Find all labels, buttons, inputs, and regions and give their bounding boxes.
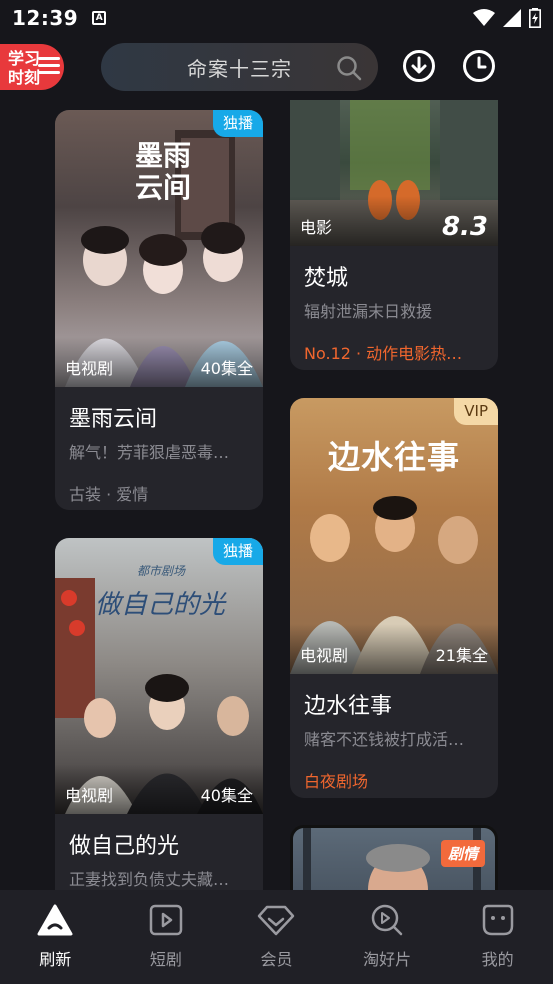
category-label: 电视剧 xyxy=(300,646,349,665)
poster-title-art: 做自己的光 xyxy=(95,590,226,620)
app-logo-menu[interactable]: 学习 时刻 xyxy=(0,44,64,90)
channel-label: 白夜剧场 xyxy=(304,772,369,791)
menu-icon xyxy=(38,57,60,78)
drama-badge: 剧情 xyxy=(440,840,485,867)
poster-subtitle-art: 都市剧场 xyxy=(137,564,186,578)
video-card-bianshuiwangshi[interactable]: 边水往事 VIP 电视剧 21集全 边水往事 赌客不还钱被打成活… 白夜剧场 xyxy=(290,398,498,798)
card-tags: 古装 · 爱情 xyxy=(69,485,149,504)
card-description: 解气！芳菲狠虐恶毒… xyxy=(69,443,230,462)
poster-image: 墨雨云间 独播 电视剧 40集全 xyxy=(55,110,263,387)
nav-profile[interactable]: 我的 xyxy=(453,904,543,984)
card-title: 墨雨云间 xyxy=(69,407,158,432)
nav-label-profile: 我的 xyxy=(481,950,514,969)
nav-member[interactable]: 会员 xyxy=(231,904,321,984)
top-bar: 学习 时刻 命案十三宗 xyxy=(0,36,553,100)
category-label: 电视剧 xyxy=(65,786,114,805)
video-card-partial[interactable]: 剧情 xyxy=(290,825,498,890)
episode-count: 40集全 xyxy=(200,359,253,378)
bottom-navigation: 刷新 短剧 会员 淘好片 我的 xyxy=(0,890,553,984)
nav-label-refresh: 刷新 xyxy=(39,950,72,969)
video-card-fencheng[interactable]: 电影 8.3 焚城 辐射泄漏末日救援 No.12 · 动作电影热… xyxy=(290,100,498,370)
notification-icon: A xyxy=(92,11,107,25)
search-icon xyxy=(337,56,362,81)
search-hint: 命案十三宗 xyxy=(187,56,292,81)
status-time: 12:39 xyxy=(12,6,79,30)
diamond-icon xyxy=(258,905,295,936)
nav-label-discover: 淘好片 xyxy=(363,950,412,969)
download-icon[interactable] xyxy=(402,49,436,83)
ranking-label: No.12 · 动作电影热… xyxy=(304,344,463,363)
exclusive-badge: 独播 xyxy=(212,538,263,565)
history-clock-icon[interactable] xyxy=(462,49,496,83)
nav-short-drama[interactable]: 短剧 xyxy=(121,904,211,984)
poster-title-art: 边水往事 xyxy=(327,438,460,476)
episode-count: 21集全 xyxy=(435,646,488,665)
profile-face-icon xyxy=(482,904,513,936)
rating-score: 8.3 xyxy=(441,212,488,242)
poster-image: 边水往事 VIP 电视剧 21集全 xyxy=(290,398,498,674)
wifi-icon xyxy=(473,9,495,26)
category-label: 电影 xyxy=(300,218,333,237)
nav-discover[interactable]: 淘好片 xyxy=(342,904,432,984)
cellular-signal-icon xyxy=(503,9,521,27)
vip-badge: VIP xyxy=(454,398,498,425)
card-description: 正妻找到负债丈夫藏… xyxy=(69,870,230,889)
poster-image: 都市剧场 做自己的光 独播 电视剧 40集全 xyxy=(55,538,263,814)
card-title: 焚城 xyxy=(304,266,349,291)
video-card-zuozijideguang[interactable]: 都市剧场 做自己的光 独播 电视剧 40集全 做自己的光 正妻找到负债丈夫藏… xyxy=(55,538,263,890)
play-square-icon xyxy=(149,904,183,936)
card-title: 边水往事 xyxy=(304,694,393,719)
poster-title-art: 墨雨云间 xyxy=(134,139,191,204)
nav-label-short-drama: 短剧 xyxy=(149,950,182,969)
status-bar: 12:39 A xyxy=(0,0,553,36)
video-feed[interactable]: 墨雨云间 独播 电视剧 40集全 墨雨云间 解气！芳菲狠虐恶毒… 古装 · 爱情… xyxy=(0,100,553,890)
card-description: 辐射泄漏末日救援 xyxy=(304,302,433,321)
nav-refresh[interactable]: 刷新 xyxy=(10,904,100,984)
poster-image: 电影 8.3 xyxy=(290,100,498,246)
poster-image: 剧情 xyxy=(293,828,495,890)
battery-icon xyxy=(529,8,541,28)
card-description: 赌客不还钱被打成活… xyxy=(304,730,465,749)
category-label: 电视剧 xyxy=(65,359,114,378)
search-bar[interactable]: 命案十三宗 xyxy=(101,43,378,91)
search-play-icon xyxy=(371,904,403,936)
exclusive-badge: 独播 xyxy=(212,110,263,137)
card-title: 做自己的光 xyxy=(69,834,180,859)
refresh-triangle-icon xyxy=(37,904,73,936)
nav-label-member: 会员 xyxy=(260,950,293,969)
video-card-moyuyunjian[interactable]: 墨雨云间 独播 电视剧 40集全 墨雨云间 解气！芳菲狠虐恶毒… 古装 · 爱情 xyxy=(55,110,263,510)
episode-count: 40集全 xyxy=(200,786,253,805)
